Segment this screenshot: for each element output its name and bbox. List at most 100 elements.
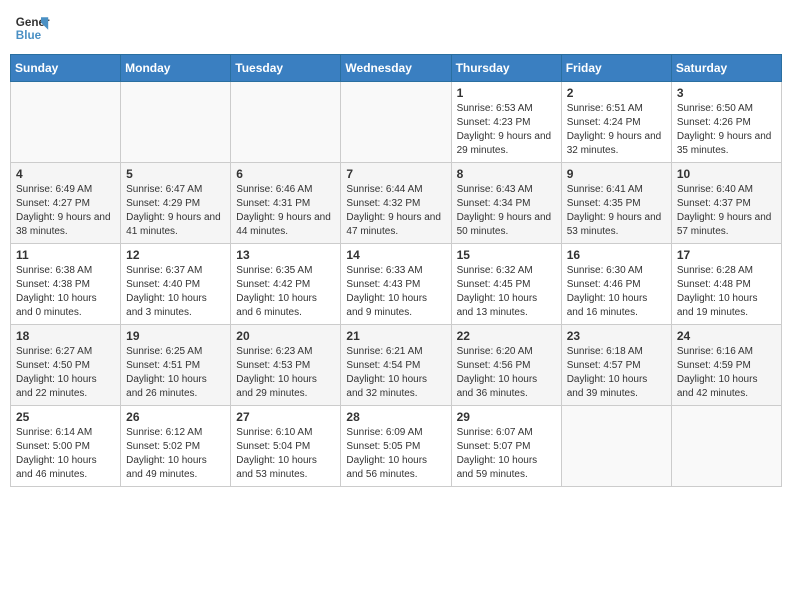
calendar-cell: 16 Sunrise: 6:30 AM Sunset: 4:46 PM Dayli… (561, 244, 671, 325)
day-info: Sunrise: 6:44 AM Sunset: 4:32 PM Dayligh… (346, 183, 445, 239)
day-info: Sunrise: 6:46 AM Sunset: 4:31 PM Dayligh… (236, 183, 335, 239)
day-info: Sunrise: 6:21 AM Sunset: 4:54 PM Dayligh… (346, 345, 445, 401)
day-number: 1 (457, 86, 556, 100)
calendar-cell: 18 Sunrise: 6:27 AM Sunset: 4:50 PM Dayli… (11, 325, 121, 406)
day-info: Sunrise: 6:51 AM Sunset: 4:24 PM Dayligh… (567, 102, 666, 158)
day-header-friday: Friday (561, 55, 671, 82)
day-info: Sunrise: 6:37 AM Sunset: 4:40 PM Dayligh… (126, 264, 225, 320)
calendar-cell: 4 Sunrise: 6:49 AM Sunset: 4:27 PM Daylig… (11, 163, 121, 244)
calendar-cell: 6 Sunrise: 6:46 AM Sunset: 4:31 PM Daylig… (231, 163, 341, 244)
day-number: 6 (236, 167, 335, 181)
day-info: Sunrise: 6:07 AM Sunset: 5:07 PM Dayligh… (457, 426, 556, 482)
day-number: 22 (457, 329, 556, 343)
day-number: 7 (346, 167, 445, 181)
day-number: 23 (567, 329, 666, 343)
day-info: Sunrise: 6:16 AM Sunset: 4:59 PM Dayligh… (677, 345, 776, 401)
day-number: 28 (346, 410, 445, 424)
day-number: 9 (567, 167, 666, 181)
header-row: SundayMondayTuesdayWednesdayThursdayFrid… (11, 55, 782, 82)
calendar-cell: 22 Sunrise: 6:20 AM Sunset: 4:56 PM Dayli… (451, 325, 561, 406)
calendar-cell: 29 Sunrise: 6:07 AM Sunset: 5:07 PM Dayli… (451, 406, 561, 487)
day-header-thursday: Thursday (451, 55, 561, 82)
logo: General Blue (14, 10, 50, 46)
day-number: 27 (236, 410, 335, 424)
calendar-cell: 25 Sunrise: 6:14 AM Sunset: 5:00 PM Dayli… (11, 406, 121, 487)
day-number: 11 (16, 248, 115, 262)
calendar-cell: 8 Sunrise: 6:43 AM Sunset: 4:34 PM Daylig… (451, 163, 561, 244)
calendar-cell (121, 82, 231, 163)
calendar-cell: 12 Sunrise: 6:37 AM Sunset: 4:40 PM Dayli… (121, 244, 231, 325)
day-info: Sunrise: 6:27 AM Sunset: 4:50 PM Dayligh… (16, 345, 115, 401)
calendar-cell: 11 Sunrise: 6:38 AM Sunset: 4:38 PM Dayli… (11, 244, 121, 325)
day-info: Sunrise: 6:10 AM Sunset: 5:04 PM Dayligh… (236, 426, 335, 482)
day-number: 8 (457, 167, 556, 181)
day-info: Sunrise: 6:35 AM Sunset: 4:42 PM Dayligh… (236, 264, 335, 320)
page-header: General Blue (10, 10, 782, 46)
day-number: 24 (677, 329, 776, 343)
week-row-1: 1 Sunrise: 6:53 AM Sunset: 4:23 PM Daylig… (11, 82, 782, 163)
day-header-wednesday: Wednesday (341, 55, 451, 82)
day-number: 17 (677, 248, 776, 262)
day-number: 4 (16, 167, 115, 181)
day-info: Sunrise: 6:09 AM Sunset: 5:05 PM Dayligh… (346, 426, 445, 482)
calendar-cell: 17 Sunrise: 6:28 AM Sunset: 4:48 PM Dayli… (671, 244, 781, 325)
week-row-4: 18 Sunrise: 6:27 AM Sunset: 4:50 PM Dayli… (11, 325, 782, 406)
day-number: 13 (236, 248, 335, 262)
day-info: Sunrise: 6:33 AM Sunset: 4:43 PM Dayligh… (346, 264, 445, 320)
day-header-monday: Monday (121, 55, 231, 82)
calendar-cell: 27 Sunrise: 6:10 AM Sunset: 5:04 PM Dayli… (231, 406, 341, 487)
day-number: 19 (126, 329, 225, 343)
day-info: Sunrise: 6:47 AM Sunset: 4:29 PM Dayligh… (126, 183, 225, 239)
day-number: 3 (677, 86, 776, 100)
calendar-cell: 23 Sunrise: 6:18 AM Sunset: 4:57 PM Dayli… (561, 325, 671, 406)
calendar-cell (671, 406, 781, 487)
day-info: Sunrise: 6:53 AM Sunset: 4:23 PM Dayligh… (457, 102, 556, 158)
calendar-cell: 14 Sunrise: 6:33 AM Sunset: 4:43 PM Dayli… (341, 244, 451, 325)
calendar-table: SundayMondayTuesdayWednesdayThursdayFrid… (10, 54, 782, 487)
day-number: 25 (16, 410, 115, 424)
day-info: Sunrise: 6:50 AM Sunset: 4:26 PM Dayligh… (677, 102, 776, 158)
day-number: 14 (346, 248, 445, 262)
calendar-cell: 24 Sunrise: 6:16 AM Sunset: 4:59 PM Dayli… (671, 325, 781, 406)
calendar-cell: 28 Sunrise: 6:09 AM Sunset: 5:05 PM Dayli… (341, 406, 451, 487)
day-info: Sunrise: 6:18 AM Sunset: 4:57 PM Dayligh… (567, 345, 666, 401)
day-info: Sunrise: 6:49 AM Sunset: 4:27 PM Dayligh… (16, 183, 115, 239)
day-info: Sunrise: 6:14 AM Sunset: 5:00 PM Dayligh… (16, 426, 115, 482)
day-info: Sunrise: 6:20 AM Sunset: 4:56 PM Dayligh… (457, 345, 556, 401)
day-info: Sunrise: 6:28 AM Sunset: 4:48 PM Dayligh… (677, 264, 776, 320)
day-info: Sunrise: 6:32 AM Sunset: 4:45 PM Dayligh… (457, 264, 556, 320)
day-info: Sunrise: 6:30 AM Sunset: 4:46 PM Dayligh… (567, 264, 666, 320)
day-number: 10 (677, 167, 776, 181)
day-number: 12 (126, 248, 225, 262)
day-info: Sunrise: 6:38 AM Sunset: 4:38 PM Dayligh… (16, 264, 115, 320)
day-number: 21 (346, 329, 445, 343)
calendar-cell (561, 406, 671, 487)
calendar-cell: 13 Sunrise: 6:35 AM Sunset: 4:42 PM Dayli… (231, 244, 341, 325)
logo-icon: General Blue (14, 10, 50, 46)
calendar-cell (341, 82, 451, 163)
day-info: Sunrise: 6:40 AM Sunset: 4:37 PM Dayligh… (677, 183, 776, 239)
day-number: 16 (567, 248, 666, 262)
day-number: 29 (457, 410, 556, 424)
calendar-cell: 2 Sunrise: 6:51 AM Sunset: 4:24 PM Daylig… (561, 82, 671, 163)
day-info: Sunrise: 6:43 AM Sunset: 4:34 PM Dayligh… (457, 183, 556, 239)
day-number: 5 (126, 167, 225, 181)
calendar-cell: 9 Sunrise: 6:41 AM Sunset: 4:35 PM Daylig… (561, 163, 671, 244)
svg-text:Blue: Blue (16, 29, 42, 42)
calendar-cell (11, 82, 121, 163)
day-info: Sunrise: 6:23 AM Sunset: 4:53 PM Dayligh… (236, 345, 335, 401)
week-row-3: 11 Sunrise: 6:38 AM Sunset: 4:38 PM Dayli… (11, 244, 782, 325)
day-info: Sunrise: 6:41 AM Sunset: 4:35 PM Dayligh… (567, 183, 666, 239)
week-row-2: 4 Sunrise: 6:49 AM Sunset: 4:27 PM Daylig… (11, 163, 782, 244)
day-header-tuesday: Tuesday (231, 55, 341, 82)
calendar-cell: 20 Sunrise: 6:23 AM Sunset: 4:53 PM Dayli… (231, 325, 341, 406)
day-info: Sunrise: 6:25 AM Sunset: 4:51 PM Dayligh… (126, 345, 225, 401)
day-number: 20 (236, 329, 335, 343)
day-number: 2 (567, 86, 666, 100)
calendar-cell: 15Sunrise: 6:32 AM Sunset: 4:45 PM Dayli… (451, 244, 561, 325)
day-header-saturday: Saturday (671, 55, 781, 82)
day-info: Sunrise: 6:12 AM Sunset: 5:02 PM Dayligh… (126, 426, 225, 482)
calendar-cell: 5 Sunrise: 6:47 AM Sunset: 4:29 PM Daylig… (121, 163, 231, 244)
day-number: 18 (16, 329, 115, 343)
calendar-cell: 3 Sunrise: 6:50 AM Sunset: 4:26 PM Daylig… (671, 82, 781, 163)
